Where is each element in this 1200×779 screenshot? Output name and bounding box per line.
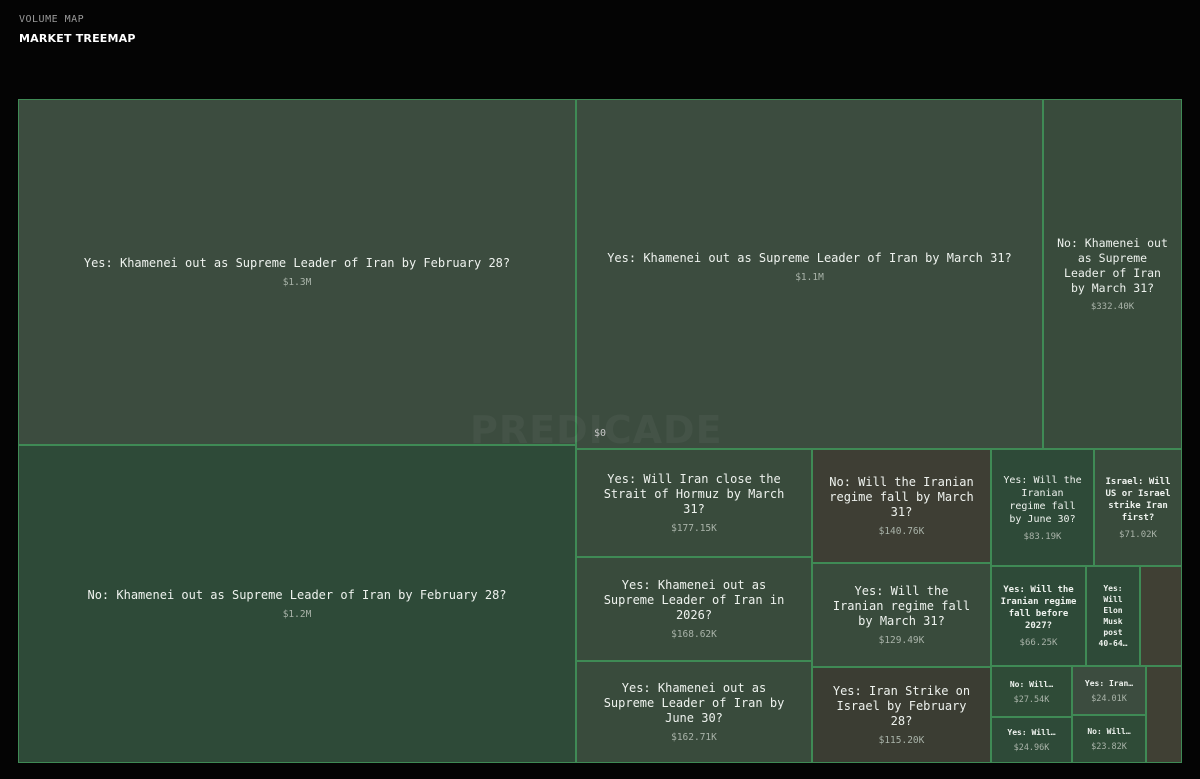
market-label: Yes: Khamenei out as Supreme Leader of I… bbox=[603, 681, 785, 725]
market-label: No: Khamenei out as Supreme Leader of Ir… bbox=[87, 588, 507, 602]
market-label: Yes: Iran… bbox=[1084, 678, 1134, 688]
subtitle: VOLUME MAP bbox=[19, 14, 85, 25]
treemap-cell[interactable]: Yes: Will the Iranian regime fall by Jun… bbox=[991, 449, 1094, 566]
market-label: Yes: Will the Iranian regime fall before… bbox=[1000, 585, 1077, 631]
treemap-cell[interactable]: Yes: Iran… $24.01K bbox=[1072, 666, 1146, 715]
treemap-cell[interactable]: Yes: Khamenei out as Supreme Leader of I… bbox=[576, 557, 812, 661]
market-label: No: Khamenei out as Supreme Leader of Ir… bbox=[1057, 236, 1168, 295]
treemap-cell[interactable]: Yes: Will Elon Musk post 40-64… bbox=[1086, 566, 1140, 666]
market-volume: $71.02K bbox=[1119, 529, 1157, 540]
market-label: Yes: Will Iran close the Strait of Hormu… bbox=[603, 472, 785, 516]
market-label: No: Will the Iranian regime fall by Marc… bbox=[829, 475, 974, 519]
market-volume: $24.96K bbox=[1013, 743, 1050, 753]
market-label: Israel: Will US or Israel strike Iran fi… bbox=[1105, 476, 1171, 523]
market-label: Yes: Khamenei out as Supreme Leader of I… bbox=[607, 251, 1012, 265]
market-label: Yes: Will Elon Musk post 40-64… bbox=[1098, 584, 1128, 648]
treemap-cell[interactable]: Yes: Will the Iranian regime fall by Mar… bbox=[812, 563, 991, 667]
treemap-cell[interactable]: No: Will… $23.82K bbox=[1072, 715, 1146, 763]
market-volume: $1.1M bbox=[795, 272, 824, 283]
treemap-cell[interactable]: Yes: Iran Strike on Israel by February 2… bbox=[812, 667, 991, 763]
market-label: Yes: Will… bbox=[1007, 728, 1056, 737]
market-volume: $27.54K bbox=[1013, 694, 1050, 705]
market-volume: $177.15K bbox=[671, 523, 717, 534]
market-volume: $1.3M bbox=[282, 277, 312, 288]
market-volume: $162.71K bbox=[671, 732, 717, 743]
treemap-cell[interactable]: Yes: Khamenei out as Supreme Leader of I… bbox=[576, 99, 1043, 449]
market-volume: $83.19K bbox=[1023, 531, 1062, 542]
market-volume: $332.40K bbox=[1090, 302, 1135, 312]
market-volume: $24.01K bbox=[1091, 693, 1127, 704]
market-volume: $115.20K bbox=[878, 735, 925, 746]
market-label: Yes: Will the Iranian regime fall by Mar… bbox=[832, 584, 971, 628]
treemap-cell[interactable]: Yes: Will… $24.96K bbox=[991, 717, 1072, 763]
treemap-cell[interactable]: No: Will the Iranian regime fall by Marc… bbox=[812, 449, 991, 563]
market-label: No: Will… bbox=[1009, 679, 1054, 689]
treemap-cell[interactable] bbox=[1146, 666, 1182, 763]
treemap-cell[interactable]: No: Khamenei out as Supreme Leader of Ir… bbox=[18, 445, 576, 763]
market-volume: $23.82K bbox=[1091, 742, 1127, 752]
market-volume: $140.76K bbox=[878, 526, 925, 537]
treemap-cell[interactable]: Yes: Khamenei out as Supreme Leader of I… bbox=[576, 661, 812, 763]
treemap-cell[interactable]: Israel: Will US or Israel strike Iran fi… bbox=[1094, 449, 1182, 566]
zero-value-label: $0 bbox=[594, 428, 607, 439]
treemap-cell[interactable]: No: Will… $27.54K bbox=[991, 666, 1072, 717]
treemap-cell[interactable]: Yes: Will the Iranian regime fall before… bbox=[991, 566, 1086, 666]
market-volume: $1.2M bbox=[282, 609, 312, 620]
treemap-cell[interactable]: Yes: Khamenei out as Supreme Leader of I… bbox=[18, 99, 576, 445]
market-label: Yes: Iran Strike on Israel by February 2… bbox=[832, 684, 971, 728]
treemap-cell[interactable]: Yes: Will Iran close the Strait of Hormu… bbox=[576, 449, 812, 557]
market-label: Yes: Khamenei out as Supreme Leader of I… bbox=[83, 256, 511, 270]
treemap-cell[interactable]: No: Khamenei out as Supreme Leader of Ir… bbox=[1043, 99, 1182, 449]
market-volume: $168.62K bbox=[671, 629, 717, 640]
market-volume: $66.25K bbox=[1019, 638, 1058, 648]
market-label: Yes: Khamenei out as Supreme Leader of I… bbox=[603, 578, 785, 622]
market-volume: $129.49K bbox=[878, 635, 925, 646]
treemap-cell[interactable] bbox=[1140, 566, 1182, 666]
market-label: No: Will… bbox=[1087, 727, 1131, 736]
market-label: Yes: Will the Iranian regime fall by Jun… bbox=[1003, 474, 1082, 525]
page-title: MARKET TREEMAP bbox=[19, 32, 136, 45]
